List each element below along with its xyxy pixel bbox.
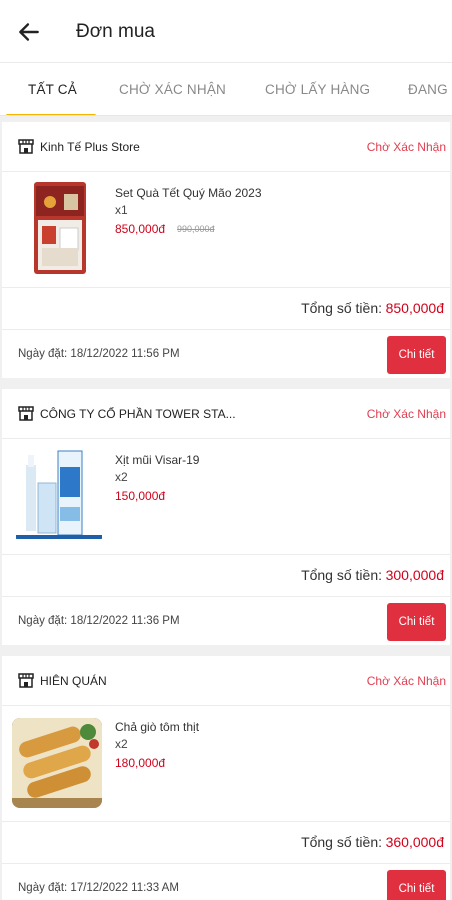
page-title: Đơn mua (76, 21, 155, 42)
order-detail-button[interactable]: Chi tiết (387, 336, 446, 374)
tab-all[interactable]: TẤT CẢ (28, 63, 77, 115)
shop-name: CÔNG TY CỔ PHẦN TOWER STA... (40, 407, 236, 421)
total-amount: 360,000đ (385, 834, 444, 850)
product-name: Xịt mũi Visar-19 (115, 453, 200, 467)
shop-row[interactable]: Kinh Tế Plus Store Chờ Xác Nhận (2, 122, 450, 172)
total-label: Tổng số tiền: (301, 834, 382, 850)
product-price: 850,000đ (115, 222, 166, 236)
product-name: Chả giò tôm thịt (115, 720, 200, 734)
order-detail-button[interactable]: Chi tiết (387, 603, 446, 641)
order-date: Ngày đặt: 17/12/2022 11:33 AM (18, 882, 179, 894)
active-tab-indicator (6, 114, 96, 115)
order-status: Chờ Xác Nhận (366, 407, 446, 421)
arrow-left-icon[interactable] (16, 19, 42, 45)
product-image (12, 718, 102, 808)
product-quantity: x2 (115, 470, 128, 484)
product-name: Set Quà Tết Quý Mão 2023 (115, 186, 262, 200)
order-date: Ngày đặt: 18/12/2022 11:56 PM (18, 348, 180, 360)
order-status-tabs: TẤT CẢ CHỜ XÁC NHẬN CHỜ LẤY HÀNG ĐANG (0, 62, 452, 116)
total-label: Tổng số tiền: (301, 567, 382, 583)
order-total-row: Tổng số tiền: 360,000đ (2, 822, 450, 864)
product-price: 180,000đ (115, 756, 166, 770)
total-label: Tổng số tiền: (301, 300, 382, 316)
shop-name: HIÊN QUÁN (40, 674, 107, 688)
product-quantity: x2 (115, 737, 128, 751)
order-footer: Ngày đặt: 17/12/2022 11:33 AM Chi tiết (2, 864, 450, 900)
shop-row[interactable]: HIÊN QUÁN Chờ Xác Nhận (2, 656, 450, 706)
shop-name: Kinh Tế Plus Store (40, 140, 140, 154)
order-item[interactable]: Chả giò tôm thịt x2 180,000đ (2, 706, 450, 822)
order-status: Chờ Xác Nhận (366, 674, 446, 688)
order-status: Chờ Xác Nhận (366, 140, 446, 154)
order-footer: Ngày đặt: 18/12/2022 11:36 PM Chi tiết (2, 597, 450, 647)
order-item[interactable]: Set Quà Tết Quý Mão 2023 x1 850,000đ 990… (2, 172, 450, 288)
store-icon (18, 139, 34, 154)
order-date: Ngày đặt: 18/12/2022 11:36 PM (18, 615, 180, 627)
order-footer: Ngày đặt: 18/12/2022 11:56 PM Chi tiết (2, 330, 450, 380)
product-image (34, 182, 86, 274)
order-card: HIÊN QUÁN Chờ Xác Nhận Chả giò tôm thịt … (2, 656, 450, 900)
order-total-row: Tổng số tiền: 300,000đ (2, 555, 450, 597)
order-detail-button[interactable]: Chi tiết (387, 870, 446, 900)
tab-awaiting-pickup[interactable]: CHỜ LẤY HÀNG (265, 63, 370, 115)
app-header: Đơn mua (0, 0, 452, 62)
order-card: CÔNG TY CỔ PHẦN TOWER STA... Chờ Xác Nhậ… (2, 389, 450, 645)
total-amount: 850,000đ (385, 300, 444, 316)
total-amount: 300,000đ (385, 567, 444, 583)
tab-shipping[interactable]: ĐANG (408, 63, 448, 115)
tab-pending-confirmation[interactable]: CHỜ XÁC NHẬN (119, 63, 226, 115)
product-image (16, 447, 102, 541)
store-icon (18, 673, 34, 688)
order-item[interactable]: Xịt mũi Visar-19 x2 150,000đ (2, 439, 450, 555)
shop-row[interactable]: CÔNG TY CỔ PHẦN TOWER STA... Chờ Xác Nhậ… (2, 389, 450, 439)
order-total-row: Tổng số tiền: 850,000đ (2, 288, 450, 330)
order-card: Kinh Tế Plus Store Chờ Xác Nhận Set Quà … (2, 122, 450, 378)
product-price: 150,000đ (115, 489, 166, 503)
store-icon (18, 406, 34, 421)
product-original-price: 990,000đ (177, 224, 215, 234)
product-quantity: x1 (115, 203, 128, 217)
